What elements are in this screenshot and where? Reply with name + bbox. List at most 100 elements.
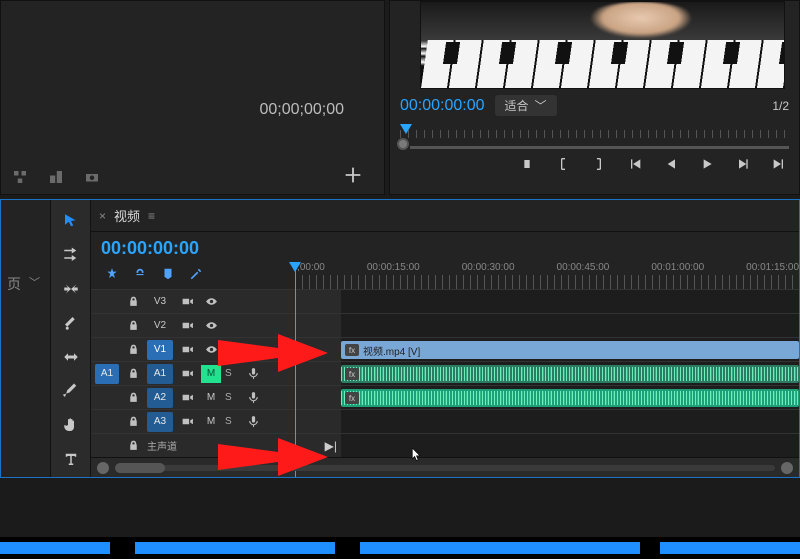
track-label[interactable]: A2: [147, 388, 173, 408]
lock-icon[interactable]: [123, 412, 143, 432]
mark-in-icon[interactable]: [519, 156, 535, 175]
voiceover-icon[interactable]: [243, 388, 263, 408]
timeline-timecode[interactable]: 00:00:00:00: [101, 238, 285, 259]
progress-segment: [0, 542, 110, 554]
scrollbar-thumb[interactable]: [115, 463, 165, 473]
hand-tool[interactable]: [60, 414, 82, 436]
marker-icon[interactable]: [161, 267, 175, 284]
eye-icon[interactable]: [201, 340, 221, 360]
voiceover-icon[interactable]: [243, 364, 263, 384]
program-timecode: 00:00:00:00: [400, 97, 485, 115]
lane-a2[interactable]: fx: [341, 385, 799, 409]
zoom-out-handle[interactable]: [97, 462, 109, 474]
zoom-in-handle[interactable]: [781, 462, 793, 474]
lock-icon[interactable]: [123, 340, 143, 360]
go-end-icon[interactable]: [771, 156, 787, 175]
lane-a1[interactable]: fx: [341, 361, 799, 385]
go-end-icon[interactable]: ▶|: [325, 439, 337, 453]
tab-close-button[interactable]: ×: [99, 209, 106, 223]
resolution-fraction[interactable]: 1/2: [772, 99, 789, 113]
go-start-icon[interactable]: [627, 156, 643, 175]
track-label[interactable]: A1: [147, 364, 173, 384]
ripple-edit-tool[interactable]: [60, 278, 82, 300]
track-header-master[interactable]: 主声道 ▶|: [91, 433, 341, 457]
sequence-tab-title[interactable]: 视频: [114, 206, 140, 225]
track-header-v3[interactable]: V3: [91, 289, 341, 313]
toggle-output-icon[interactable]: [177, 316, 197, 336]
track-label[interactable]: V2: [147, 316, 173, 336]
toggle-output-icon[interactable]: [177, 412, 197, 432]
toggle-output-icon[interactable]: [177, 388, 197, 408]
zoom-fit-select[interactable]: 适合 ﹀: [495, 95, 557, 116]
source-patch-a1[interactable]: A1: [95, 364, 119, 384]
lane-v2[interactable]: [341, 313, 799, 337]
play-icon[interactable]: [699, 156, 715, 175]
step-back-icon[interactable]: [663, 156, 679, 175]
track-header-a1[interactable]: A1 A1 M S: [91, 361, 341, 385]
voiceover-icon[interactable]: [243, 412, 263, 432]
track-header-a3[interactable]: A3 M S: [91, 409, 341, 433]
playhead-handle-icon[interactable]: [289, 262, 301, 272]
lock-icon[interactable]: [123, 316, 143, 336]
solo-button[interactable]: S: [225, 392, 239, 403]
lane-v1[interactable]: fx 视频.mp4 [V]: [341, 337, 799, 361]
lane-a3[interactable]: [341, 409, 799, 433]
track-label[interactable]: V3: [147, 292, 173, 312]
panel-menu-icon[interactable]: ≡: [148, 209, 153, 223]
add-button[interactable]: [342, 164, 364, 186]
clip-label: 视频.mp4 [V]: [363, 343, 420, 358]
solo-button[interactable]: S: [225, 368, 239, 379]
track-label[interactable]: A3: [147, 412, 173, 432]
program-playhead[interactable]: [400, 124, 412, 134]
settings-icon[interactable]: [189, 267, 203, 284]
eye-icon[interactable]: [201, 316, 221, 336]
track-header-a2[interactable]: A2 M S: [91, 385, 341, 409]
program-ruler[interactable]: [400, 124, 789, 150]
track-header-v1[interactable]: V1: [91, 337, 341, 361]
slip-tool[interactable]: [60, 346, 82, 368]
track-content-area[interactable]: fx 视频.mp4 [V] fx fx: [341, 289, 799, 457]
toggle-output-icon[interactable]: [177, 340, 197, 360]
fx-badge[interactable]: fx: [345, 344, 359, 356]
bookmark-icon[interactable]: [11, 168, 29, 186]
horizontal-scrollbar[interactable]: [115, 465, 775, 471]
lock-icon[interactable]: [123, 436, 143, 456]
lane-v3[interactable]: [341, 289, 799, 313]
clip-audio-a1[interactable]: fx: [341, 365, 799, 383]
fx-badge[interactable]: fx: [345, 392, 359, 404]
link-icon[interactable]: [133, 267, 147, 284]
timeline-ruler[interactable]: ;00:00 00:00:15:00 00:00:30:00 00:00:45:…: [295, 232, 799, 289]
mute-button[interactable]: M: [201, 413, 221, 431]
toggle-output-icon[interactable]: [177, 292, 197, 312]
bottom-status-bar: [0, 537, 800, 559]
selection-tool[interactable]: [60, 210, 82, 232]
lock-icon[interactable]: [123, 292, 143, 312]
snap-icon[interactable]: [105, 267, 119, 284]
ruler-start-grip[interactable]: [397, 138, 409, 150]
eye-icon[interactable]: [201, 292, 221, 312]
track-label[interactable]: V1: [147, 340, 173, 360]
solo-button[interactable]: S: [225, 416, 239, 427]
clip-video-v1[interactable]: fx 视频.mp4 [V]: [341, 341, 799, 359]
mute-button[interactable]: M: [201, 389, 221, 407]
share-icon[interactable]: [47, 168, 65, 186]
razor-tool[interactable]: [60, 312, 82, 334]
progress-segment: [660, 542, 800, 554]
lock-icon[interactable]: [123, 388, 143, 408]
timeline-playhead[interactable]: [295, 262, 296, 477]
track-header-v2[interactable]: V2: [91, 313, 341, 337]
camera-icon[interactable]: [83, 168, 101, 186]
clip-audio-a2[interactable]: fx: [341, 389, 799, 407]
track-select-tool[interactable]: [60, 244, 82, 266]
timeline-zoom-scroll[interactable]: [91, 457, 799, 477]
step-fwd-icon[interactable]: [735, 156, 751, 175]
lock-icon[interactable]: [123, 364, 143, 384]
fx-badge[interactable]: fx: [345, 368, 359, 380]
type-tool[interactable]: [60, 448, 82, 470]
bracket-close-icon[interactable]: [591, 156, 607, 175]
toggle-output-icon[interactable]: [177, 364, 197, 384]
chevron-down-icon[interactable]: ﹀: [29, 274, 40, 290]
mute-button[interactable]: M: [201, 365, 221, 383]
bracket-open-icon[interactable]: [555, 156, 571, 175]
pen-tool[interactable]: [60, 380, 82, 402]
